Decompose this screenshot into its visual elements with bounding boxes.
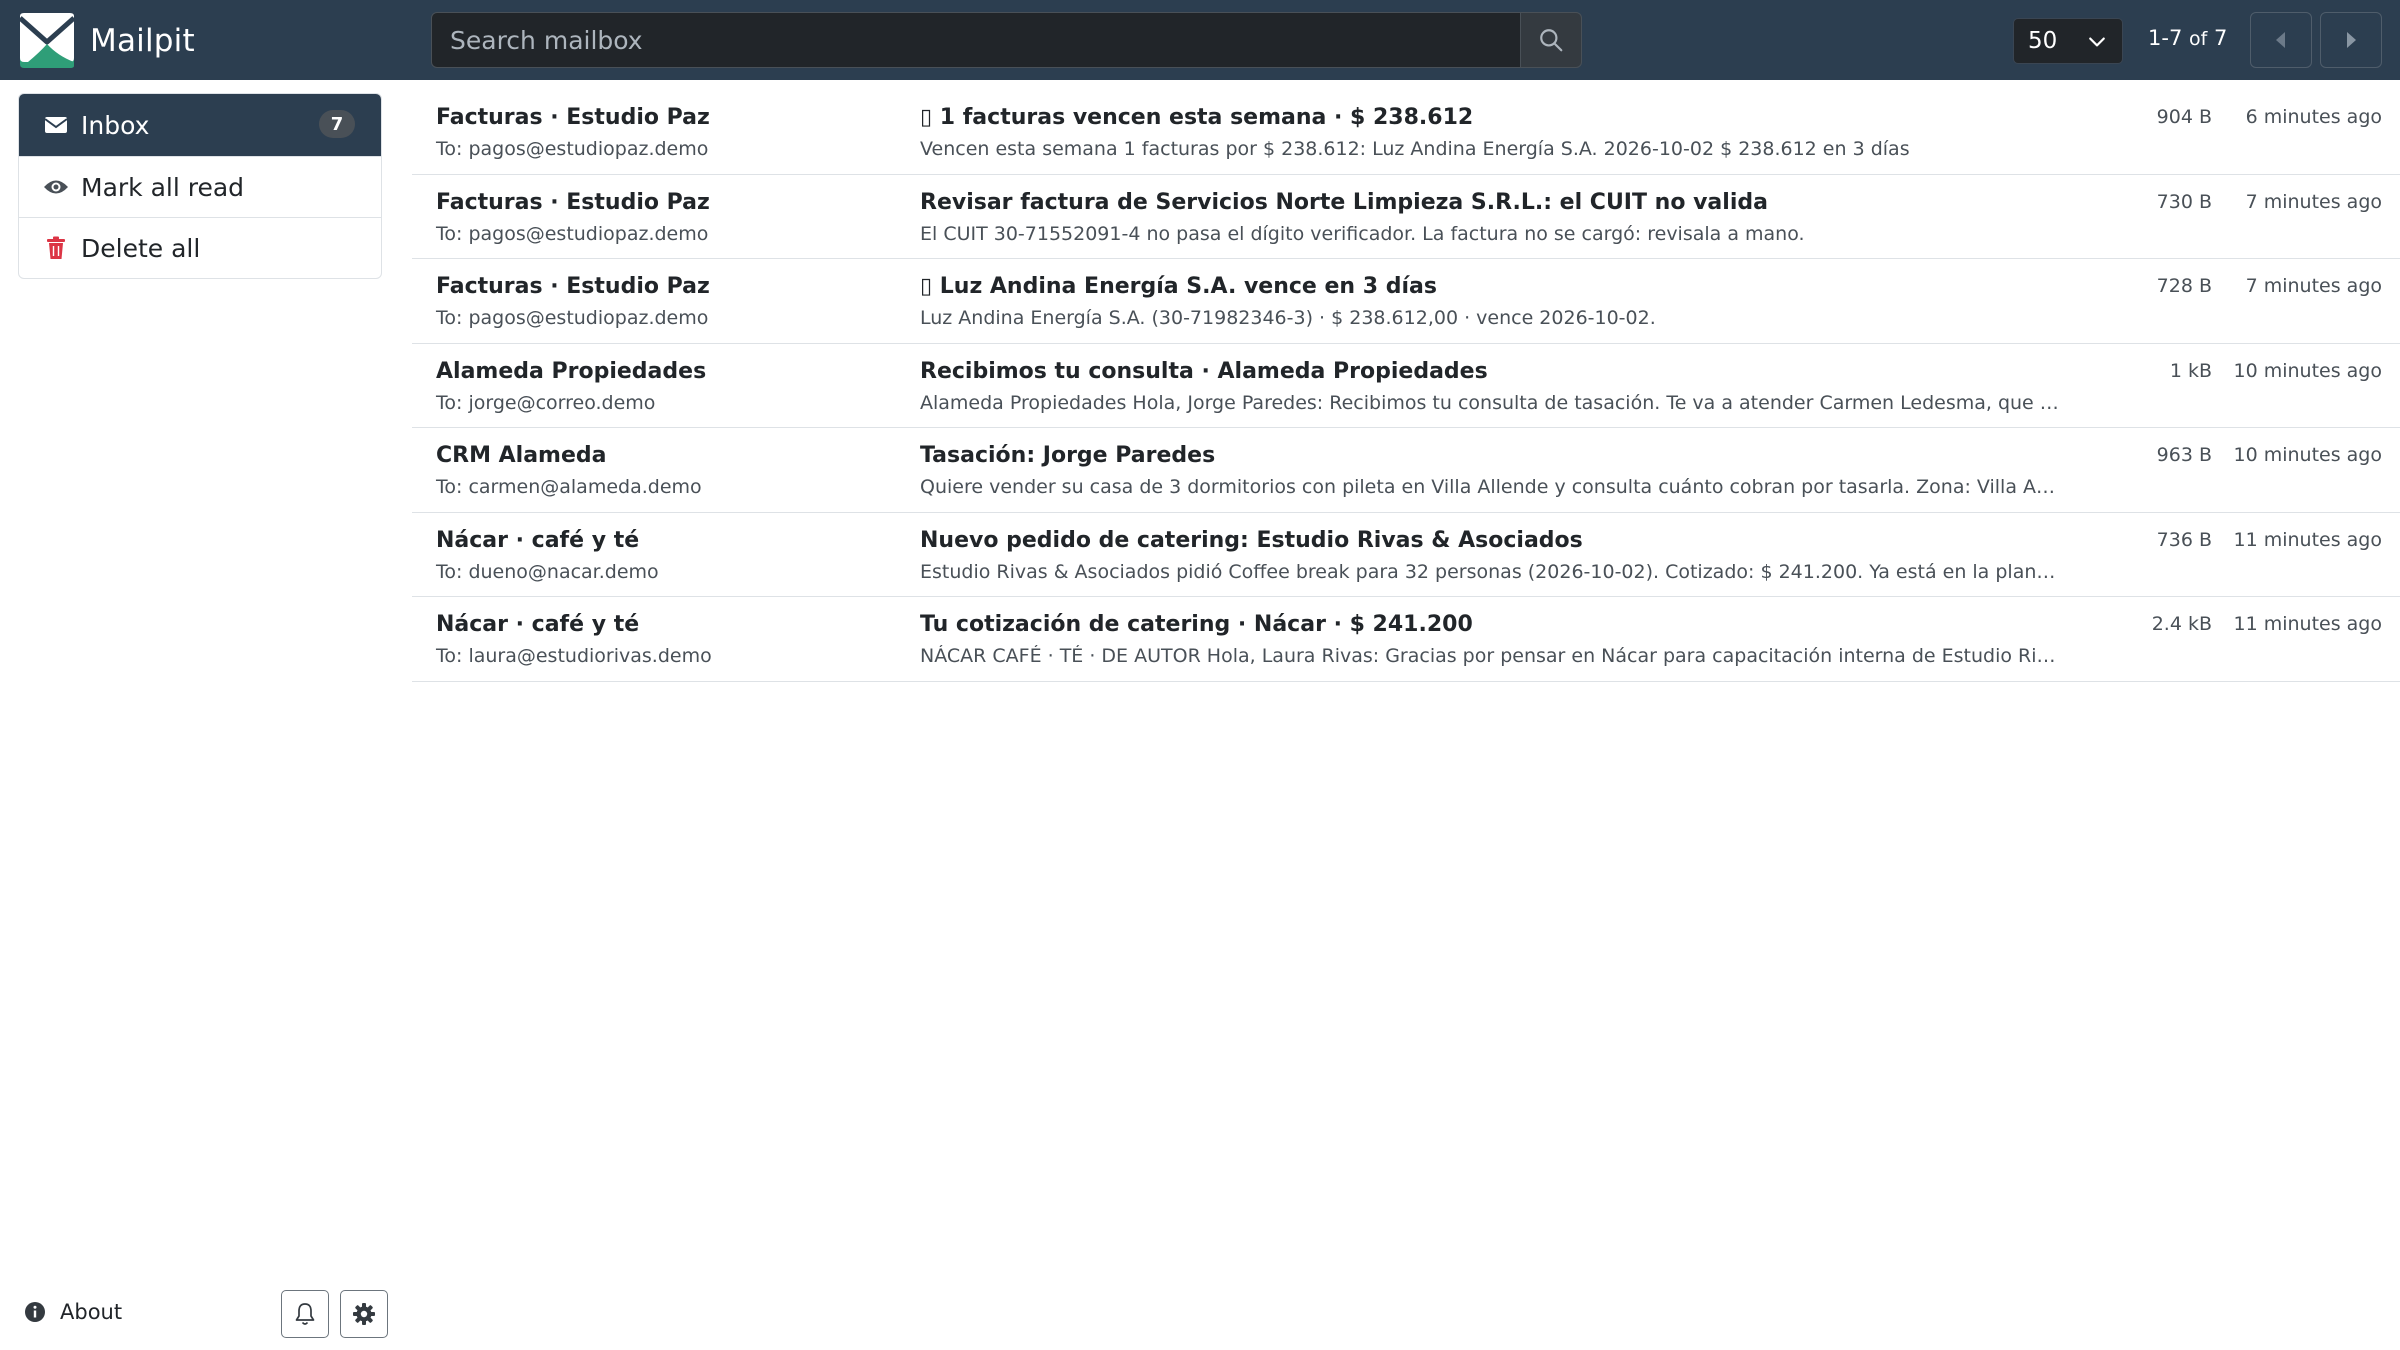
- message-to: To: carmen@alameda.demo: [436, 476, 702, 498]
- message-row[interactable]: Nácar · café y té To: laura@estudiorivas…: [412, 597, 2400, 682]
- message-from: Alameda Propiedades: [436, 358, 707, 384]
- message-snippet: Luz Andina Energía S.A. (30-71982346-3) …: [920, 307, 1656, 329]
- top-navbar: Mailpit 50 1-7 of 7: [0, 0, 2400, 80]
- message-snippet: Alameda Propiedades Hola, Jorge Paredes:…: [920, 391, 2060, 414]
- settings-button[interactable]: [340, 1290, 388, 1338]
- message-from: Facturas · Estudio Paz: [436, 189, 710, 215]
- message-subject: Recibimos tu consulta · Alameda Propieda…: [920, 358, 1488, 384]
- sidebar-item-label: Mark all read: [81, 172, 245, 202]
- message-subject: Revisar factura de Servicios Norte Limpi…: [920, 189, 1768, 215]
- message-subject: Nuevo pedido de catering: Estudio Rivas …: [920, 527, 1583, 553]
- message-size: 904 B: [2156, 106, 2212, 128]
- message-from: Nácar · café y té: [436, 527, 640, 553]
- search-button[interactable]: [1520, 12, 1582, 68]
- message-subject: Tasación: Jorge Paredes: [920, 443, 1216, 468]
- message-size: 963 B: [2156, 444, 2212, 466]
- message-row[interactable]: Facturas · Estudio Paz To: pagos@estudio…: [412, 175, 2400, 259]
- bell-icon: [295, 1303, 315, 1325]
- message-from: Facturas · Estudio Paz: [436, 105, 710, 130]
- message-row[interactable]: Facturas · Estudio Paz To: pagos@estudio…: [412, 259, 2400, 344]
- message-snippet: Quiere vender su casa de 3 dormitorios c…: [920, 476, 2060, 498]
- message-to: To: pagos@estudiopaz.demo: [436, 222, 709, 245]
- message-time: 7 minutes ago: [2245, 275, 2382, 297]
- sidebar-item-delete-all[interactable]: Delete all: [19, 217, 381, 278]
- envelope-icon: [43, 112, 69, 138]
- notifications-button[interactable]: [281, 1290, 329, 1338]
- caret-left-icon: [2276, 32, 2285, 48]
- message-row[interactable]: Facturas · Estudio Paz To: pagos@estudio…: [412, 90, 2400, 175]
- message-size: 736 B: [2156, 528, 2212, 551]
- about-link[interactable]: About: [24, 1300, 122, 1324]
- mailpit-logo-icon: [18, 13, 76, 68]
- message-subject: ▯ Luz Andina Energía S.A. vence en 3 día…: [920, 274, 1437, 299]
- message-time: 10 minutes ago: [2233, 444, 2383, 466]
- message-size: 2.4 kB: [2151, 613, 2212, 635]
- sidebar-item-label: Delete all: [81, 233, 201, 263]
- message-subject: ▯ 1 facturas vencen esta semana · $ 238.…: [920, 105, 1474, 130]
- trash-icon: [43, 235, 69, 261]
- message-to: To: dueno@nacar.demo: [436, 560, 659, 583]
- gear-icon: [353, 1303, 375, 1325]
- sidebar-item-inbox[interactable]: Inbox 7: [19, 94, 381, 156]
- message-snippet: El CUIT 30-71552091-4 no pasa el dígito …: [920, 222, 1805, 245]
- about-label: About: [60, 1300, 123, 1324]
- paging-of: of: [2189, 28, 2208, 50]
- per-page-value: 50: [2028, 28, 2058, 54]
- message-row[interactable]: Nácar · café y té To: dueno@nacar.demo N…: [412, 513, 2400, 597]
- message-to: To: laura@estudiorivas.demo: [436, 645, 712, 667]
- message-row[interactable]: Alameda Propiedades To: jorge@correo.dem…: [412, 344, 2400, 428]
- unread-count-badge: 7: [319, 110, 355, 138]
- message-time: 11 minutes ago: [2233, 613, 2383, 635]
- per-page-select[interactable]: 50: [2013, 18, 2123, 64]
- paging-range: 1-7: [2148, 26, 2183, 50]
- chevron-down-icon: [2089, 37, 2105, 47]
- message-to: To: jorge@correo.demo: [436, 391, 656, 414]
- previous-page-button[interactable]: [2250, 12, 2312, 68]
- sidebar-item-mark-all-read[interactable]: Mark all read: [19, 156, 381, 217]
- message-time: 6 minutes ago: [2245, 106, 2382, 128]
- caret-right-icon: [2347, 32, 2356, 48]
- eye-icon: [43, 174, 69, 200]
- message-time: 11 minutes ago: [2233, 528, 2383, 551]
- paging-total: 7: [2214, 26, 2228, 50]
- paging-info: 1-7 of 7: [2148, 26, 2227, 50]
- message-to: To: pagos@estudiopaz.demo: [436, 138, 709, 160]
- search-icon: [1540, 29, 1563, 52]
- sidebar-item-label: Inbox: [81, 110, 150, 140]
- next-page-button[interactable]: [2320, 12, 2382, 68]
- message-list: Facturas · Estudio Paz To: pagos@estudio…: [412, 90, 2400, 682]
- message-time: 10 minutes ago: [2233, 359, 2383, 382]
- message-from: Facturas · Estudio Paz: [436, 274, 710, 299]
- message-from: CRM Alameda: [436, 443, 607, 468]
- message-time: 7 minutes ago: [2245, 190, 2382, 213]
- message-from: Nácar · café y té: [436, 612, 640, 637]
- message-size: 1 kB: [2169, 359, 2212, 382]
- info-icon: [24, 1301, 46, 1323]
- message-snippet: Vencen esta semana 1 facturas por $ 238.…: [920, 138, 1910, 160]
- message-size: 730 B: [2156, 190, 2212, 213]
- message-snippet: NÁCAR CAFÉ · TÉ · DE AUTOR Hola, Laura R…: [920, 645, 2060, 667]
- message-snippet: Estudio Rivas & Asociados pidió Coffee b…: [920, 560, 2060, 583]
- message-subject: Tu cotización de catering · Nácar · $ 24…: [920, 612, 1473, 637]
- message-size: 728 B: [2156, 275, 2212, 297]
- brand-name: Mailpit: [90, 22, 195, 59]
- brand-link[interactable]: Mailpit: [18, 12, 195, 69]
- message-to: To: pagos@estudiopaz.demo: [436, 307, 709, 329]
- message-row[interactable]: CRM Alameda To: carmen@alameda.demo Tasa…: [412, 428, 2400, 513]
- search-input[interactable]: [431, 12, 1521, 68]
- sidebar-menu: Inbox 7 Mark all read Delete all: [18, 93, 382, 279]
